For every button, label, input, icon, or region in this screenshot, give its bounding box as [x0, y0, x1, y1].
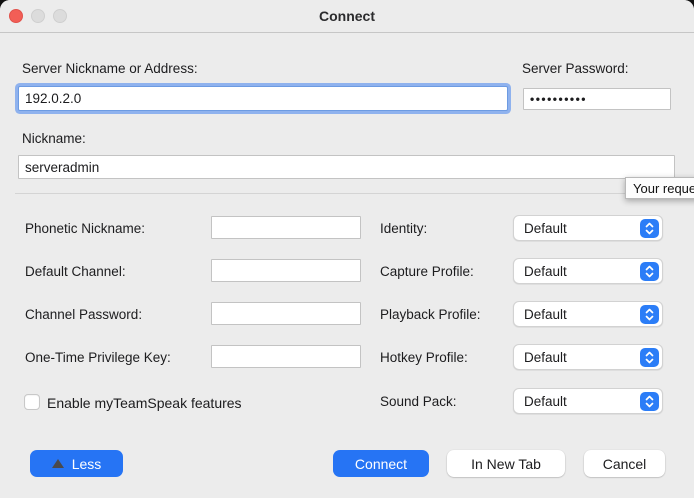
close-button[interactable] [9, 9, 23, 23]
server-address-label: Server Nickname or Address: [22, 61, 198, 76]
minimize-button-disabled [31, 9, 45, 23]
server-address-input[interactable] [18, 86, 508, 111]
sound-pack-dropdown[interactable]: Default [513, 388, 663, 414]
titlebar: Connect [0, 0, 694, 33]
identity-dropdown-value: Default [514, 221, 640, 236]
server-password-label: Server Password: [522, 61, 629, 76]
connect-dialog: Connect Server Nickname or Address: Serv… [0, 0, 694, 498]
chevron-up-down-icon [640, 305, 659, 324]
hotkey-profile-label: Hotkey Profile: [380, 350, 468, 365]
default-channel-label: Default Channel: [25, 264, 126, 279]
myteamspeak-checkbox-label[interactable]: Enable myTeamSpeak features [47, 395, 242, 411]
tooltip: Your reque [625, 177, 694, 199]
less-button[interactable]: Less [30, 450, 123, 477]
privilege-key-label: One-Time Privilege Key: [25, 350, 171, 365]
cancel-button-label: Cancel [603, 456, 647, 472]
identity-label: Identity: [380, 221, 427, 236]
chevron-up-down-icon [640, 262, 659, 281]
triangle-up-icon [52, 459, 64, 468]
chevron-up-down-icon [640, 348, 659, 367]
default-channel-input[interactable] [211, 259, 361, 282]
window-title: Connect [0, 0, 694, 32]
separator-line [15, 193, 679, 194]
chevron-up-down-icon [640, 392, 659, 411]
capture-profile-dropdown-value: Default [514, 264, 640, 279]
phonetic-nickname-input[interactable] [211, 216, 361, 239]
hotkey-profile-dropdown[interactable]: Default [513, 344, 663, 370]
zoom-button-disabled [53, 9, 67, 23]
privilege-key-input[interactable] [211, 345, 361, 368]
sound-pack-label: Sound Pack: [380, 394, 457, 409]
cancel-button[interactable]: Cancel [584, 450, 665, 477]
channel-password-input[interactable] [211, 302, 361, 325]
channel-password-label: Channel Password: [25, 307, 142, 322]
connect-button[interactable]: Connect [333, 450, 429, 477]
playback-profile-dropdown[interactable]: Default [513, 301, 663, 327]
playback-profile-label: Playback Profile: [380, 307, 481, 322]
identity-dropdown[interactable]: Default [513, 215, 663, 241]
sound-pack-dropdown-value: Default [514, 394, 640, 409]
hotkey-profile-dropdown-value: Default [514, 350, 640, 365]
myteamspeak-checkbox[interactable] [24, 394, 40, 410]
capture-profile-dropdown[interactable]: Default [513, 258, 663, 284]
nickname-label: Nickname: [22, 131, 86, 146]
chevron-up-down-icon [640, 219, 659, 238]
in-new-tab-button-label: In New Tab [471, 456, 541, 472]
less-button-label: Less [72, 456, 102, 472]
phonetic-nickname-label: Phonetic Nickname: [25, 221, 145, 236]
server-password-input[interactable] [523, 88, 671, 110]
in-new-tab-button[interactable]: In New Tab [447, 450, 565, 477]
playback-profile-dropdown-value: Default [514, 307, 640, 322]
nickname-input[interactable] [18, 155, 675, 179]
connect-button-label: Connect [355, 456, 407, 472]
capture-profile-label: Capture Profile: [380, 264, 474, 279]
